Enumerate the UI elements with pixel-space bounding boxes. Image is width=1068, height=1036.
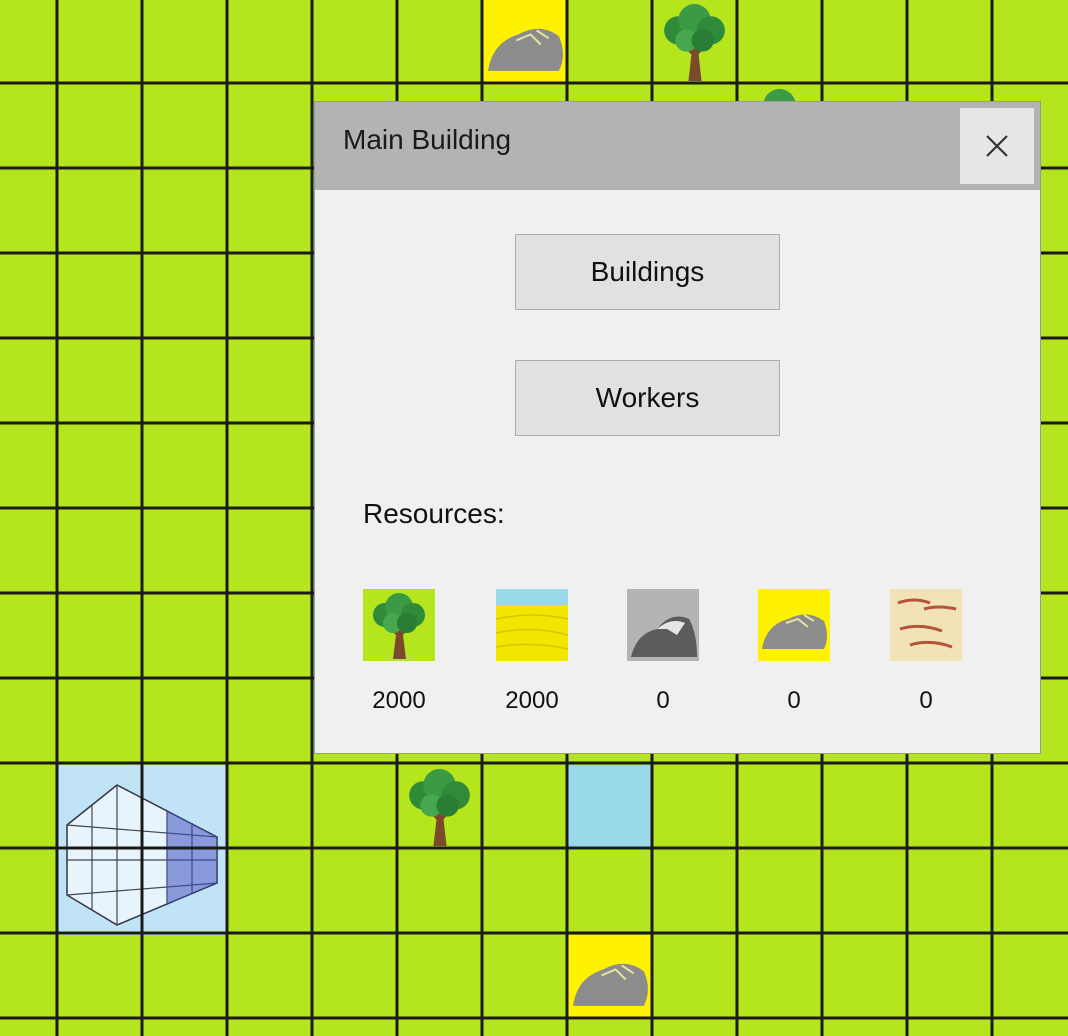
close-icon <box>986 135 1008 157</box>
resource-food: 2000 <box>496 589 570 714</box>
food-icon <box>496 589 568 661</box>
resource-wood: 2000 <box>363 589 437 714</box>
stone-icon <box>627 589 699 661</box>
resource-stone: 0 <box>627 589 701 714</box>
resource-value: 0 <box>787 687 801 714</box>
dialog-titlebar[interactable]: Main Building <box>315 102 1040 190</box>
workers-button[interactable]: Workers <box>515 360 780 436</box>
clay-icon <box>890 589 962 661</box>
resource-value: 2000 <box>372 687 426 714</box>
close-button[interactable] <box>960 108 1034 184</box>
main-building-dialog: Main Building Buildings Workers Resource… <box>314 101 1041 754</box>
resource-value: 2000 <box>505 687 559 714</box>
resource-value: 0 <box>919 687 933 714</box>
gold-icon <box>758 589 830 661</box>
dialog-title: Main Building <box>343 124 512 155</box>
resources-label: Resources: <box>363 498 505 529</box>
resource-gold: 0 <box>758 589 832 714</box>
resource-clay: 0 <box>890 589 964 714</box>
buildings-button[interactable]: Buildings <box>515 234 780 310</box>
resource-value: 0 <box>656 687 670 714</box>
wood-icon <box>363 589 435 661</box>
